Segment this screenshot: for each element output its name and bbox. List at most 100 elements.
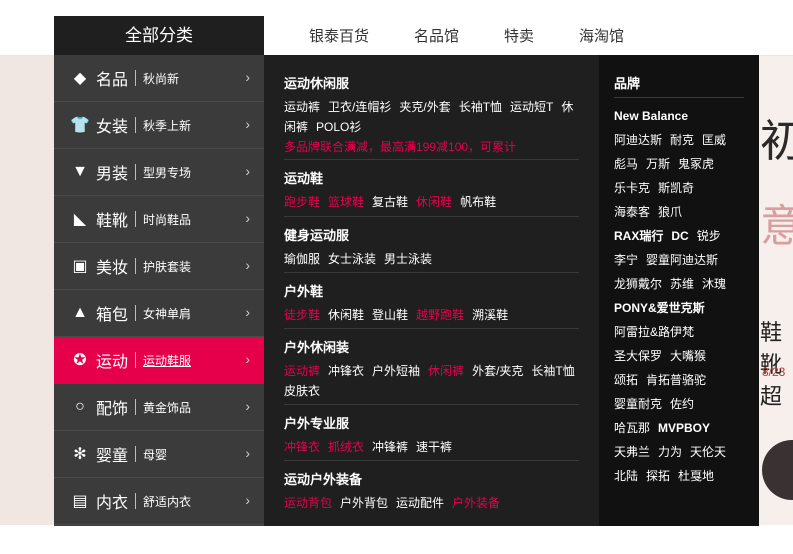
subcategory-link[interactable]: 溯溪鞋 xyxy=(472,308,508,322)
subcategory-link[interactable]: 男士泳装 xyxy=(384,252,432,266)
subcategory-link[interactable]: 越野跑鞋 xyxy=(416,308,464,322)
subcategory-link[interactable]: 夹克/外套 xyxy=(399,100,450,114)
subcategory-link[interactable]: 瑜伽服 xyxy=(284,252,320,266)
subcategory-link[interactable]: 运动裤 xyxy=(284,364,320,378)
subcategory-link[interactable]: 冲锋裤 xyxy=(372,440,408,454)
brand-link[interactable]: 李宁 xyxy=(614,253,638,267)
brand-link[interactable]: 杜戛地 xyxy=(678,469,714,483)
nav-link[interactable]: 特卖 xyxy=(504,16,534,55)
subcategory-link[interactable]: 徒步鞋 xyxy=(284,308,320,322)
brand-link[interactable]: 圣大保罗 xyxy=(614,349,662,363)
subcategory-link[interactable]: 抓绒衣 xyxy=(328,440,364,454)
subcategory-link[interactable]: 运动配件 xyxy=(396,496,444,510)
brand-link[interactable]: 海泰客 xyxy=(614,205,650,219)
nav-link[interactable]: 名品馆 xyxy=(414,16,459,55)
nav-link[interactable]: 海淘馆 xyxy=(579,16,624,55)
subcategory-group-title[interactable]: 运动户外装备 xyxy=(284,469,584,488)
category-sub-link[interactable]: 运动鞋服 xyxy=(143,352,191,369)
subcategory-link[interactable]: 户外短袖 xyxy=(372,364,420,378)
category-item[interactable]: ▤ 内衣 舒适内衣 › xyxy=(54,478,264,525)
brand-link[interactable]: 肯拓普骆驼 xyxy=(646,373,706,387)
subcategory-link[interactable]: 跑步鞋 xyxy=(284,195,320,209)
category-sub-link[interactable]: 护肤套装 xyxy=(143,258,191,275)
category-item[interactable]: ◆ 名品 秋尚新 › xyxy=(54,55,264,102)
brand-link[interactable]: 沐瑰 xyxy=(702,277,726,291)
subcategory-group-title[interactable]: 健身运动服 xyxy=(284,225,584,244)
subcategory-link[interactable]: 篮球鞋 xyxy=(328,195,364,209)
brand-link[interactable]: 鬼冢虎 xyxy=(678,157,714,171)
brand-link[interactable]: 颂拓 xyxy=(614,373,638,387)
subcategory-link[interactable]: 外套/夹克 xyxy=(472,364,523,378)
promo-text[interactable]: 多品牌联合满减，最高满199减100，可累计 xyxy=(284,137,584,157)
subcategory-link[interactable]: 帆布鞋 xyxy=(460,195,496,209)
all-categories-button[interactable]: 全部分类 xyxy=(54,16,264,55)
subcategory-link[interactable]: 冲锋衣 xyxy=(284,440,320,454)
subcategory-link[interactable]: 女士泳装 xyxy=(328,252,376,266)
brand-link[interactable]: 斯凯奇 xyxy=(658,181,694,195)
subcategory-link[interactable]: 运动短T xyxy=(510,100,553,114)
subcategory-link[interactable]: 登山鞋 xyxy=(372,308,408,322)
brand-link[interactable]: 苏维 xyxy=(670,277,694,291)
category-sub-link[interactable]: 女神单肩 xyxy=(143,305,191,322)
category-sub-link[interactable]: 型男专场 xyxy=(143,164,191,181)
brand-link[interactable]: 大嘴猴 xyxy=(670,349,706,363)
category-item[interactable]: ✻ 婴童 母婴 › xyxy=(54,431,264,478)
brand-link[interactable]: 哈瓦那 xyxy=(614,421,650,435)
category-sub-link[interactable]: 舒适内衣 xyxy=(143,493,191,510)
category-item[interactable]: ▲ 箱包 女神单肩 › xyxy=(54,290,264,337)
subcategory-group-title[interactable]: 运动休闲服 xyxy=(284,73,584,92)
brand-link[interactable]: 锐步 xyxy=(697,229,721,243)
subcategory-link[interactable]: 运动背包 xyxy=(284,496,332,510)
subcategory-link[interactable]: 速干裤 xyxy=(416,440,452,454)
subcategory-link[interactable]: 冲锋衣 xyxy=(328,364,364,378)
subcategory-link[interactable]: 休闲鞋 xyxy=(416,195,452,209)
brand-link[interactable]: 耐克 xyxy=(670,133,694,147)
brand-link[interactable]: 天弗兰 xyxy=(614,445,650,459)
category-sub-link[interactable]: 黄金饰品 xyxy=(143,399,191,416)
subcategory-link[interactable]: 休闲裤 xyxy=(428,364,464,378)
category-item[interactable]: ○ 配饰 黄金饰品 › xyxy=(54,384,264,431)
category-item[interactable]: ▣ 美妆 护肤套装 › xyxy=(54,243,264,290)
subcategory-link[interactable]: 户外装备 xyxy=(452,496,500,510)
brand-link[interactable]: 北陆 xyxy=(614,469,638,483)
subcategory-group-title[interactable]: 户外休闲装 xyxy=(284,337,584,356)
brand-link[interactable]: 彪马 xyxy=(614,157,638,171)
brand-link[interactable]: 匡威 xyxy=(702,133,726,147)
brand-link[interactable]: 阿迪达斯 xyxy=(614,133,662,147)
category-item[interactable]: ▼ 男装 型男专场 › xyxy=(54,149,264,196)
subcategory-link[interactable]: 复古鞋 xyxy=(372,195,408,209)
brand-link[interactable]: DC xyxy=(671,229,688,243)
subcategory-link[interactable]: 长袖T恤 xyxy=(531,364,574,378)
subcategory-link[interactable]: 长袖T恤 xyxy=(459,100,502,114)
category-item[interactable]: 👕 女装 秋季上新 › xyxy=(54,102,264,149)
brand-link[interactable]: 阿雷拉&路伊梵 xyxy=(614,325,694,339)
brand-link[interactable]: 婴童耐克 xyxy=(614,397,662,411)
brand-link[interactable]: 佐约 xyxy=(670,397,694,411)
category-item[interactable]: ◣ 鞋靴 时尚鞋品 › xyxy=(54,196,264,243)
subcategory-link[interactable]: 皮肤衣 xyxy=(284,384,320,398)
brand-link[interactable]: New Balance xyxy=(614,109,688,123)
category-item[interactable]: ✪ 运动 运动鞋服 › xyxy=(54,337,264,384)
subcategory-group-title[interactable]: 户外专业服 xyxy=(284,413,584,432)
brand-link[interactable]: 力为 xyxy=(658,445,682,459)
nav-link[interactable]: 银泰百货 xyxy=(309,16,369,55)
subcategory-group-title[interactable]: 户外鞋 xyxy=(284,281,584,300)
brand-link[interactable]: RAX瑞行 xyxy=(614,229,663,243)
category-sub-link[interactable]: 时尚鞋品 xyxy=(143,211,191,228)
brand-link[interactable]: 龙狮戴尔 xyxy=(614,277,662,291)
brand-link[interactable]: 狼爪 xyxy=(658,205,682,219)
brand-link[interactable]: 探拓 xyxy=(646,469,670,483)
category-sub-link[interactable]: 秋季上新 xyxy=(143,117,191,134)
subcategory-link[interactable]: 卫衣/连帽衫 xyxy=(328,100,391,114)
subcategory-link[interactable]: POLO衫 xyxy=(316,120,361,134)
brand-link[interactable]: MVPBOY xyxy=(658,421,710,435)
subcategory-link[interactable]: 户外背包 xyxy=(340,496,388,510)
brand-link[interactable]: 婴童阿迪达斯 xyxy=(646,253,718,267)
brand-link[interactable]: 乐卡克 xyxy=(614,181,650,195)
brand-link[interactable]: 天伦天 xyxy=(690,445,726,459)
category-sub-link[interactable]: 秋尚新 xyxy=(143,70,179,87)
brand-link[interactable]: PONY&爱世克斯 xyxy=(614,301,705,315)
subcategory-group-title[interactable]: 运动鞋 xyxy=(284,168,584,187)
brand-link[interactable]: 万斯 xyxy=(646,157,670,171)
subcategory-link[interactable]: 运动裤 xyxy=(284,100,320,114)
